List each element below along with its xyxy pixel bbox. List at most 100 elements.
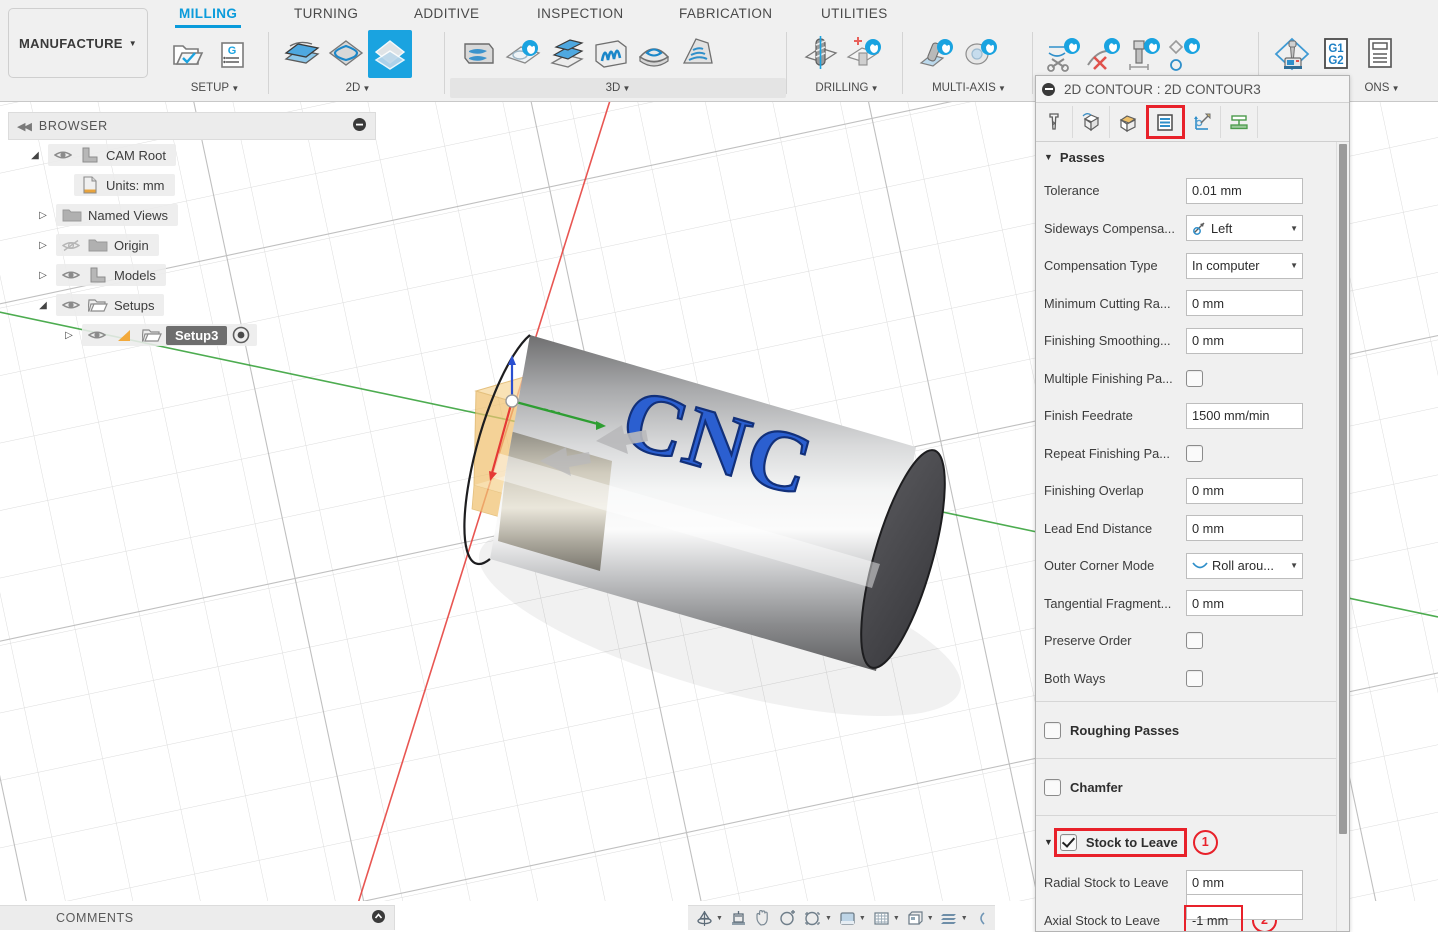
tab-milling[interactable]: MILLING [175,4,242,28]
contour-2d-active-icon[interactable] [368,30,412,78]
comments-bar[interactable]: COMMENTS [0,905,395,930]
dialog-scrollbar-track[interactable] [1336,142,1349,931]
linking-tab[interactable] [1184,106,1221,138]
visibility-eye-icon-3[interactable] [58,299,84,311]
section-chamfer[interactable]: Chamfer [1036,763,1337,811]
simulate-icon[interactable] [1270,30,1314,78]
tab-additive[interactable]: ADDITIVE [410,4,483,23]
scallop-finish-icon[interactable] [632,30,676,78]
contour-2d-icon[interactable] [324,30,368,78]
visibility-eye-icon-2[interactable] [58,269,84,281]
checkbox-roughing-passes[interactable] [1044,721,1061,739]
tab-fabrication[interactable]: FABRICATION [675,4,776,23]
minus-circle-icon[interactable] [1042,82,1055,96]
process-tab[interactable] [1221,106,1258,138]
tree-node-setups[interactable]: ◢ Setups [8,290,376,320]
tab-inspection[interactable]: INSPECTION [533,4,628,23]
setup-sheet-icon[interactable] [1358,30,1402,78]
setup-list-icon[interactable]: G [210,30,254,78]
tree-node-named-views[interactable]: ▷ Named Views [8,200,376,230]
multiaxis-contour-icon[interactable] [958,30,1002,78]
input-axial-stock-to-leave[interactable]: -1 mm [1184,905,1243,931]
tree-node-units[interactable]: Units: mm [8,170,376,200]
face-icon[interactable] [280,30,324,78]
dialog-title-bar[interactable]: 2D CONTOUR : 2D CONTOUR3 [1036,76,1349,103]
input-tolerance[interactable]: 0.01 mm [1186,177,1303,204]
twisty-collapsed-icon-4[interactable]: ▷ [56,330,82,341]
grid-snap-icon[interactable]: ▼ [872,910,900,927]
post-process-icon[interactable]: G1 G2 [1314,30,1358,78]
collapse-panel-icon[interactable]: ◀◀ [17,120,32,133]
input-tangential-fragment[interactable]: 0 mm [1186,590,1303,617]
pocket-clearing-icon[interactable] [500,30,544,78]
input-minimum-cutting-radius[interactable]: 0 mm [1186,290,1303,317]
tab-utilities[interactable]: UTILITIES [817,4,892,23]
chevron-down-icon-comptype[interactable]: ▼ [1290,261,1298,270]
trim-toolpath-icon[interactable] [1044,30,1084,78]
tree-node-setup3[interactable]: ▷ Setup3 [8,320,376,350]
layout-icon[interactable]: ▼ [940,910,968,927]
visibility-eye-icon[interactable] [50,149,76,161]
geometry-tab[interactable] [1073,106,1110,138]
checkbox-multiple-finishing-passes[interactable] [1186,369,1203,387]
checkbox-both-ways[interactable] [1186,669,1203,687]
visibility-eye-icon-4[interactable] [84,329,110,341]
pan-icon[interactable] [754,909,773,927]
twisty-collapsed-icon-2[interactable]: ▷ [30,240,56,251]
tool-library-icon[interactable] [1124,30,1164,78]
checkbox-repeat-finishing-passes[interactable] [1186,444,1203,462]
parallel-finish-icon[interactable] [588,30,632,78]
chevron-down-icon-2[interactable]: ▼ [825,915,832,922]
active-setup-icon[interactable] [227,326,255,344]
fit-icon[interactable]: ▼ [804,910,832,927]
horizontal-clearing-icon[interactable] [544,30,588,78]
checkbox-stock-to-leave[interactable] [1059,833,1077,851]
tree-node-models[interactable]: ▷ Models [8,260,376,290]
heights-tab[interactable] [1110,106,1147,138]
select-compensation-type[interactable]: In computer ▼ [1186,252,1303,279]
minimize-browser-icon[interactable] [352,117,367,135]
tree-node-cam-root[interactable]: ◢ CAM Root [8,140,376,170]
input-finishing-smoothing[interactable]: 0 mm [1186,327,1303,354]
select-sideways-compensation[interactable]: Left ▼ [1186,215,1303,242]
chevron-down-icon-1[interactable]: ▼ [716,915,723,922]
twisty-collapsed-icon-3[interactable]: ▷ [30,270,56,281]
zoom-icon[interactable] [779,909,798,927]
twisty-expanded-icon[interactable]: ◢ [22,150,48,161]
drill-icon[interactable] [798,30,842,78]
input-lead-end-distance[interactable]: 0 mm [1186,515,1303,542]
checkbox-preserve-order[interactable] [1186,632,1203,650]
section-header-passes[interactable]: ▼ Passes [1036,142,1337,172]
spiral-finish-icon[interactable] [676,30,720,78]
input-finish-feedrate[interactable]: 1500 mm/min [1186,402,1303,429]
setup-new-icon[interactable] [166,30,210,78]
chevron-down-icon-5[interactable]: ▼ [927,915,934,922]
checkbox-chamfer[interactable] [1044,778,1061,796]
chevron-up-circle-icon[interactable] [371,909,386,927]
swarf-icon[interactable] [914,30,958,78]
viewports-icon[interactable]: ▼ [906,910,934,927]
section-roughing-passes[interactable]: Roughing Passes [1036,706,1337,754]
delete-toolpath-icon[interactable] [1084,30,1124,78]
tree-node-origin[interactable]: ▷ Origin [8,230,376,260]
twisty-expanded-icon-2[interactable]: ◢ [30,300,56,311]
input-radial-stock-to-leave[interactable]: 0 mm [1186,869,1303,896]
chevron-down-icon-sideways[interactable]: ▼ [1290,224,1298,233]
tab-turning[interactable]: TURNING [290,4,362,23]
look-at-icon[interactable] [729,910,748,927]
toolpath-pattern-icon[interactable] [1164,30,1204,78]
drill-tap-icon[interactable] [842,30,886,78]
twisty-collapsed-icon[interactable]: ▷ [30,210,56,221]
input-finishing-overlap[interactable]: 0 mm [1186,477,1303,504]
select-outer-corner-mode[interactable]: Roll arou... ▼ [1186,552,1303,579]
visibility-eye-hidden-icon[interactable] [58,239,84,252]
tool-tab[interactable] [1036,106,1073,138]
chevron-down-icon-4[interactable]: ▼ [893,915,900,922]
chevron-down-icon-corner[interactable]: ▼ [1290,561,1298,570]
chevron-down-icon-6[interactable]: ▼ [961,915,968,922]
more-nav-icon[interactable] [974,910,988,927]
chevron-down-icon-3[interactable]: ▼ [859,915,866,922]
cylinder-model[interactable] [451,330,962,675]
dialog-scrollbar-thumb[interactable] [1339,144,1347,834]
section-stock-to-leave[interactable]: ▼ Stock to Leave 1 [1036,820,1337,864]
